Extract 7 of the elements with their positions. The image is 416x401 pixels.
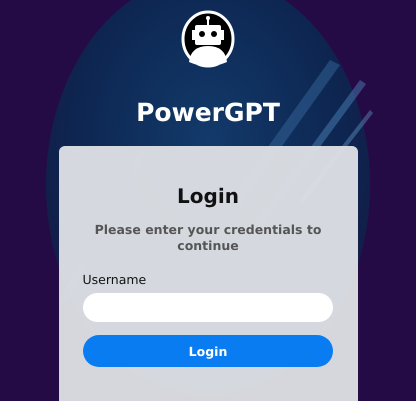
robot-logo-icon — [181, 10, 235, 68]
app-title: PowerGPT — [136, 98, 280, 128]
card-title: Login — [177, 184, 239, 208]
username-field[interactable] — [83, 293, 333, 322]
card-subtitle: Please enter your credentials to continue — [94, 222, 322, 254]
field-label: Username — [82, 272, 146, 288]
login-button[interactable]: Login — [83, 335, 333, 367]
